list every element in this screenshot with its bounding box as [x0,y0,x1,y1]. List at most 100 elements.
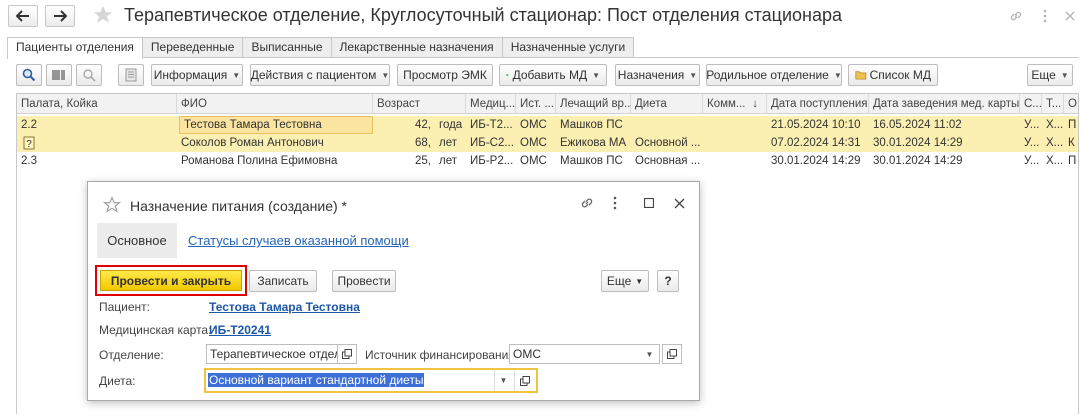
post-button[interactable]: Провести [332,270,396,292]
tab-transferred[interactable]: Переведенные [141,37,244,58]
financing-source-label: Источник финансирования: [365,348,519,362]
cell-doctor: Машков ПС [560,119,623,131]
column-header-card[interactable]: Медиц... [466,94,516,114]
arrow-right-icon [54,10,67,22]
cell-card: ИБ-Т2... [470,119,513,131]
table-header: Палата, Койка ФИО Возраст Медиц... Ист. … [17,94,1078,114]
cell-comment [703,152,767,170]
favorite-star-icon[interactable] [92,4,114,26]
table-row[interactable]: 2.3 Романова Полина Ефимовна 25, лет ИБ-… [17,152,1078,170]
financing-source-field[interactable]: ОМС [509,344,641,364]
view-emk-button[interactable]: Просмотр ЭМК [397,64,493,86]
maternity-dropdown-button[interactable]: Родильное отделение ▼ [706,64,842,86]
cell-age-unit: лет [439,155,457,167]
tab-assigned-services[interactable]: Назначенные услуги [501,37,635,58]
chevron-down-icon: ▼ [499,376,508,385]
cell-admitted: 30.01.2024 14:29 [771,155,861,167]
column-header-bed[interactable]: Палата, Койка [17,94,177,114]
cell-c3: К [1068,137,1075,149]
help-button[interactable]: ? [657,270,679,292]
link-icon[interactable] [1008,8,1024,24]
cell-name: Соколов Роман Антонович [181,137,324,149]
tab-discharged[interactable]: Выписанные [242,37,332,58]
financing-source-dropdown[interactable]: ▼ [640,344,660,364]
column-header-doctor[interactable]: Лечащий вр... [556,94,631,114]
open-window-icon [519,375,530,386]
more-dropdown-button[interactable]: Еще ▼ [601,270,649,292]
column-header-c1[interactable]: С... [1020,94,1042,114]
diet-field[interactable]: Основной вариант стандартной диеты [208,372,494,389]
department-label: Отделение: [99,348,164,362]
cell-card-date: 30.01.2024 14:29 [873,137,963,149]
column-header-c3[interactable]: О [1064,94,1080,114]
assignments-dropdown-button[interactable]: Назначения ▼ [615,64,700,86]
folder-icon [855,71,867,80]
cell-card: ИБ-С2... [470,137,514,149]
column-header-source[interactable]: Ист. ... [516,94,556,114]
column-header-comment[interactable]: Комм... ↓ [703,94,767,114]
diet-field-focus: Основной вариант стандартной диеты ▼ [204,368,538,393]
tab-statuses-link[interactable]: Статусы случаев оказанной помощи [188,233,409,248]
cell-age: 25, [415,155,431,167]
search-button[interactable] [16,64,42,86]
table-row[interactable]: ? Соколов Роман Антонович 68, лет ИБ-С2.… [17,134,1078,152]
sort-descending-icon: ↓ [752,98,758,110]
forward-button[interactable] [45,5,75,27]
chevron-down-icon: ▼ [592,70,600,80]
department-open-button[interactable] [337,344,357,364]
cell-card-date: 30.01.2024 14:29 [873,155,963,167]
patient-link[interactable]: Тестова Тамара Тестовна [209,300,360,314]
cell-diet [631,116,703,134]
column-header-card-date[interactable]: Дата заведения мед. карты [869,94,1020,114]
column-header-diet[interactable]: Диета [631,94,703,114]
column-header-c2[interactable]: Т... [1042,94,1064,114]
find-person-button[interactable] [76,64,102,86]
post-and-close-highlight: Провести и закрыть [95,265,247,296]
table-row[interactable]: 2.2 Тестова Тамара Тестовна 42, года ИБ-… [17,116,1078,134]
medical-card-link[interactable]: ИБ-Т20241 [209,323,271,337]
column-header-age[interactable]: Возраст [373,94,466,114]
menu-dots-icon[interactable] [1037,8,1053,24]
diet-dropdown[interactable]: ▼ [494,370,512,391]
cell-age: 68, [415,137,431,149]
financing-source-open-button[interactable] [662,344,682,364]
menu-dots-icon[interactable] [606,194,624,212]
cell-admitted: 21.05.2024 10:10 [771,119,861,131]
favorite-star-icon[interactable] [102,195,122,215]
cell-c3: П [1068,119,1077,131]
diet-open-button[interactable] [514,370,534,391]
tab-drug-prescriptions[interactable]: Лекарственные назначения [330,37,503,58]
cell-c1: У... [1024,137,1040,149]
department-field[interactable]: Терапевтическое отдел [206,344,338,364]
search-icon [22,68,36,82]
maximize-icon[interactable] [640,194,658,212]
close-icon[interactable] [1062,8,1078,24]
md-list-button[interactable]: Список МД [848,64,938,86]
back-button[interactable] [8,5,38,27]
link-icon[interactable] [578,194,596,212]
add-md-button[interactable]: Добавить МД ▼ [499,64,607,86]
save-button[interactable]: Записать [249,270,317,292]
tabs-divider [7,57,1079,58]
cell-bed: 2.2 [21,119,37,131]
info-dropdown-button[interactable]: Информация ▼ [151,64,243,86]
tab-department-patients[interactable]: Пациенты отделения [7,37,143,59]
svg-text:?: ? [26,139,32,150]
cell-age: 42, [415,119,431,131]
barcode-button[interactable] [46,64,72,86]
cell-source: ОМС [520,137,547,149]
cell-admitted: 07.02.2024 14:31 [771,137,861,149]
cell-diet: Основной ... [635,137,701,149]
cell-c2: Х... [1046,155,1064,167]
document-icon [125,68,137,82]
cell-doctor: Ежикова МА [560,137,627,149]
tab-main[interactable]: Основное [97,223,177,258]
column-header-admitted[interactable]: Дата поступления [767,94,869,114]
patient-actions-dropdown-button[interactable]: Действия с пациентом ▼ [250,64,390,86]
post-and-close-button[interactable]: Провести и закрыть [100,270,242,291]
arrow-left-icon [16,10,29,22]
more-dropdown-button[interactable]: Еще ▼ [1027,64,1073,86]
close-icon[interactable] [670,194,688,212]
column-header-name[interactable]: ФИО [177,94,373,114]
document-button[interactable] [118,64,144,86]
